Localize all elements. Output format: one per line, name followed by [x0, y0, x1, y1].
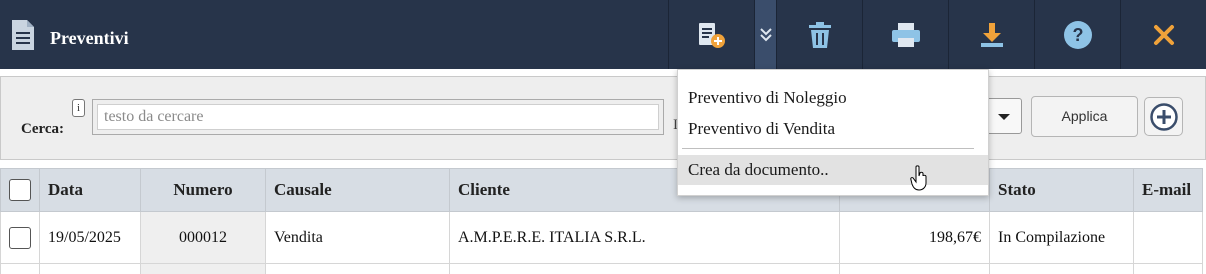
row-select-cell: [0, 211, 40, 264]
svg-text:?: ?: [1072, 25, 1083, 45]
cell-totale: 198,67€: [839, 211, 990, 264]
help-icon: ?: [1063, 20, 1092, 49]
add-filter-button[interactable]: [1144, 97, 1183, 136]
cell-stato: In Compilazione: [989, 211, 1134, 264]
page-title: Preventivi: [50, 28, 129, 48]
document-icon: [12, 20, 34, 50]
help-button[interactable]: ?: [1034, 0, 1120, 69]
download-button[interactable]: [948, 0, 1034, 69]
search-label: Cerca:: [21, 121, 65, 137]
column-header-numero[interactable]: Numero: [140, 168, 266, 212]
cell-causale: Vendita: [265, 211, 450, 264]
table-row-partial: [0, 263, 1203, 274]
header-bar: Preventivi ?: [0, 0, 1206, 69]
column-header-data[interactable]: Data: [39, 168, 141, 212]
column-header-causale[interactable]: Causale: [265, 168, 450, 212]
quotes-table: Data Numero Causale Cliente Totale Stato…: [0, 168, 1203, 274]
chevron-double-down-icon: [759, 27, 772, 41]
partial-cell: [449, 263, 840, 274]
delete-button[interactable]: [776, 0, 862, 69]
menu-item-preventivo-noleggio[interactable]: Preventivo di Noleggio: [688, 88, 847, 108]
partial-cell: [265, 263, 450, 274]
partial-cell: [39, 263, 141, 274]
close-button[interactable]: [1120, 0, 1206, 69]
partial-cell: [140, 263, 266, 274]
cell-cliente: A.M.P.E.R.E. ITALIA S.R.L.: [449, 211, 840, 264]
table-header-row: Data Numero Causale Cliente Totale Stato…: [0, 168, 1203, 212]
toolbar: ?: [668, 0, 1206, 69]
cell-email: [1133, 211, 1203, 264]
caret-down-icon: [998, 114, 1010, 120]
plus-circle-icon: [1149, 102, 1178, 131]
download-icon: [980, 22, 1003, 47]
print-icon: [891, 22, 920, 47]
apply-button[interactable]: Applica: [1031, 96, 1138, 137]
menu-item-preventivo-vendita[interactable]: Preventivo di Vendita: [688, 119, 835, 139]
cell-data: 19/05/2025: [39, 211, 141, 264]
new-document-menu: Preventivo di Noleggio Preventivo di Ven…: [677, 69, 989, 196]
cell-numero: 000012: [140, 211, 266, 264]
column-header-stato[interactable]: Stato: [989, 168, 1134, 212]
trash-icon: [808, 21, 831, 48]
search-field-frame: [92, 99, 664, 135]
select-all-cell: [0, 168, 40, 212]
partial-cell: [989, 263, 1134, 274]
close-icon: [1153, 24, 1174, 45]
menu-divider: [682, 148, 974, 149]
print-button[interactable]: [862, 0, 948, 69]
hand-cursor-icon: [910, 165, 927, 191]
column-header-email[interactable]: E-mail: [1133, 168, 1203, 212]
more-options-button[interactable]: [754, 0, 776, 69]
menu-item-crea-da-documento[interactable]: Crea da documento..: [678, 155, 988, 185]
search-input[interactable]: [97, 104, 659, 130]
select-all-checkbox[interactable]: [9, 179, 31, 202]
filter-bar: i Cerca: I Applica: [0, 76, 1206, 160]
info-badge[interactable]: i: [72, 99, 85, 117]
new-document-button[interactable]: [668, 0, 754, 69]
row-checkbox[interactable]: [9, 226, 31, 249]
partial-cell: [1133, 263, 1203, 274]
table-row[interactable]: 19/05/2025 000012 Vendita A.M.P.E.R.E. I…: [0, 211, 1203, 264]
new-document-icon: [698, 22, 725, 48]
filter-select[interactable]: [984, 98, 1022, 134]
partial-cell: [839, 263, 990, 274]
partial-cell: [0, 263, 40, 274]
